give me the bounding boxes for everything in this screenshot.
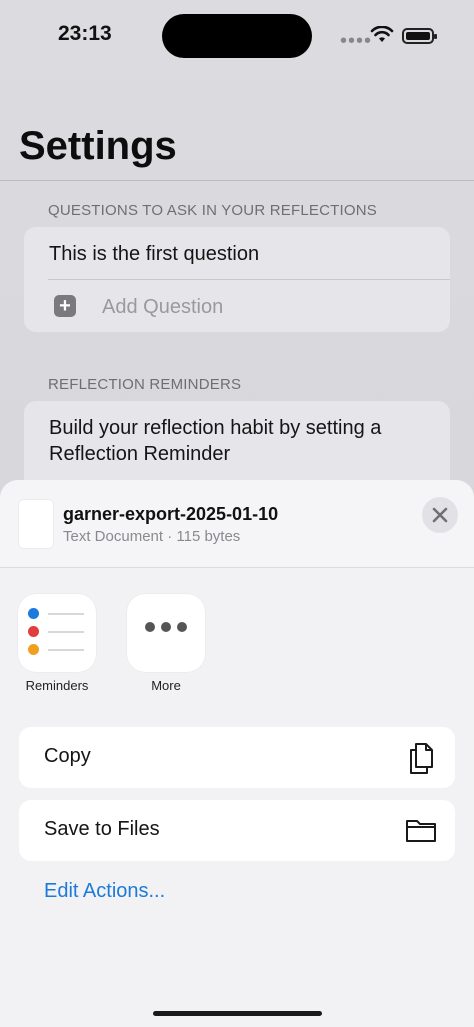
- save-to-files-action-button[interactable]: Save to Files: [19, 800, 455, 861]
- copy-action-label: Copy: [44, 745, 91, 767]
- home-indicator[interactable]: [153, 1011, 322, 1016]
- folder-icon: [406, 820, 436, 842]
- file-name: garner-export-2025-01-10: [63, 504, 279, 524]
- close-icon: [432, 507, 448, 523]
- reminder-text-line2: Reflection Reminder: [49, 443, 231, 465]
- copy-action-button[interactable]: Copy: [19, 727, 455, 788]
- save-to-files-action-label: Save to Files: [44, 818, 160, 840]
- status-bar: 23:13 ••••: [0, 0, 474, 70]
- row-divider: [48, 279, 450, 280]
- title-divider: [0, 180, 474, 181]
- more-app-label: More: [151, 678, 181, 693]
- add-question-button[interactable]: Add Question: [102, 296, 223, 319]
- reminders-app-label: Reminders: [25, 678, 89, 693]
- question-row[interactable]: This is the first question: [49, 243, 259, 266]
- edit-actions-link[interactable]: Edit Actions...: [44, 880, 165, 903]
- copy-icon: [410, 743, 433, 774]
- plus-icon[interactable]: +: [54, 295, 76, 317]
- file-meta: Text Document · 115 bytes: [63, 528, 241, 545]
- signal-icon: ••••: [340, 30, 373, 52]
- more-app-button[interactable]: [127, 594, 205, 672]
- battery-icon: [402, 28, 437, 44]
- share-sheet: garner-export-2025-01-10 Text Document ·…: [0, 480, 474, 1027]
- page-title: Settings: [19, 124, 177, 168]
- document-thumbnail-icon: [19, 500, 53, 548]
- dynamic-island: [162, 14, 312, 58]
- reminder-dot: [28, 644, 39, 655]
- more-icon: [127, 619, 205, 637]
- share-sheet-header: garner-export-2025-01-10 Text Document ·…: [0, 480, 474, 568]
- reminders-app-button[interactable]: [18, 594, 96, 672]
- status-time: 23:13: [58, 22, 112, 45]
- reminder-text-line1: Build your reflection habit by setting a: [49, 417, 382, 439]
- reminder-dot: [28, 626, 39, 637]
- questions-section-header: QUESTIONS TO ASK IN YOUR REFLECTIONS: [48, 202, 377, 219]
- close-button[interactable]: [422, 497, 458, 533]
- reminders-section-header: REFLECTION REMINDERS: [48, 376, 242, 393]
- questions-group: This is the first question + Add Questio…: [24, 227, 450, 332]
- wifi-icon: [370, 26, 394, 42]
- reminder-dot: [28, 608, 39, 619]
